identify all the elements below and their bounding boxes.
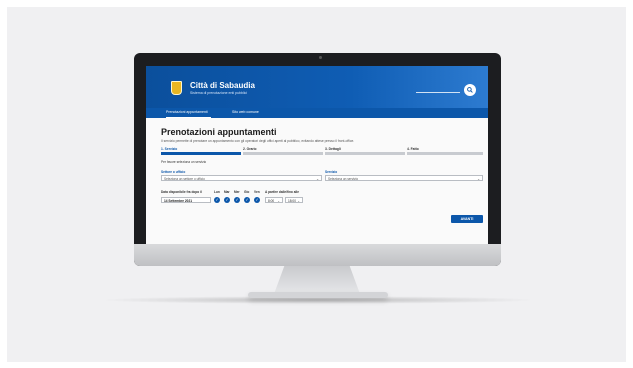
chevron-down-icon: ⌄ [297,199,300,203]
service-label: Servizio [325,170,338,174]
camera-icon [319,56,322,59]
step-progress-1 [161,152,241,155]
city-crest-icon [171,81,182,95]
city-subtitle: Sistema di prenotazione enti pubblici [190,91,248,95]
time-range-label: A partire dalle/fino alle [265,190,300,194]
day-label-lun: Lun [214,190,220,194]
nav-item-prenotazioni[interactable]: Prenotazioni appuntamenti [166,110,208,114]
step-progress-4 [407,152,483,155]
day-label-mer: Mer [234,190,240,194]
day-toggle-gio[interactable]: ✓ [244,197,250,203]
day-label-mar: Mar [224,190,230,194]
first-date-input[interactable]: 14 Settembre 2021 [161,197,211,203]
search-input[interactable] [416,92,460,93]
step-progress-3 [325,152,405,155]
from-time-value: 8:00 [268,199,275,203]
form-hint: Per favore seleziona un servizio [161,160,207,164]
page-title: Prenotazioni appuntamenti [161,127,277,137]
chevron-down-icon: ⌄ [316,176,319,181]
monitor-base [248,292,388,298]
step-progress-2 [243,152,323,155]
sector-select[interactable]: Seleziona un settore o ufficio ⌄ [161,175,322,181]
step-dettagli: 3. Dettagli [325,147,341,151]
nav-item-sito-comune[interactable]: Sito web comune [232,110,259,114]
next-button[interactable]: AVANTI [451,215,483,223]
to-time-value: 18:00 [288,199,296,203]
search-icon [467,87,473,93]
day-toggle-ven[interactable]: ✓ [254,197,260,203]
monitor-screen: Città di Sabaudia Sistema di prenotazion… [146,66,488,245]
day-label-gio: Gio [244,190,250,194]
service-select[interactable]: Seleziona un servizio ⌄ [325,175,483,181]
nav-active-indicator [166,117,211,118]
day-toggle-mer[interactable]: ✓ [234,197,240,203]
page-description: Il servizio permette di prenotare un app… [161,139,355,143]
day-toggle-mar[interactable]: ✓ [224,197,230,203]
step-servizio: 1. Servizio [161,147,178,151]
service-select-value: Seleziona un servizio [328,177,359,181]
search-button[interactable] [464,84,476,96]
city-name[interactable]: Città di Sabaudia [190,81,255,90]
sector-select-value: Seleziona un settore o ufficio [164,177,205,181]
day-label-ven: Ven [254,190,260,194]
step-fatto: 4. Fatto [407,147,419,151]
first-date-label: Data disponibile fra dopo il [161,190,202,194]
step-orario: 2. Orario [243,147,257,151]
site-header: Città di Sabaudia Sistema di prenotazion… [146,66,488,108]
monitor-chin [134,244,501,266]
sector-label: Settore o ufficio [161,170,186,174]
monitor-stand [274,266,360,294]
chevron-down-icon: ⌄ [277,199,280,203]
to-time-select[interactable]: 18:00 ⌄ [285,197,303,203]
chevron-down-icon: ⌄ [477,176,480,181]
from-time-select[interactable]: 8:00 ⌄ [265,197,283,203]
day-toggle-lun[interactable]: ✓ [214,197,220,203]
